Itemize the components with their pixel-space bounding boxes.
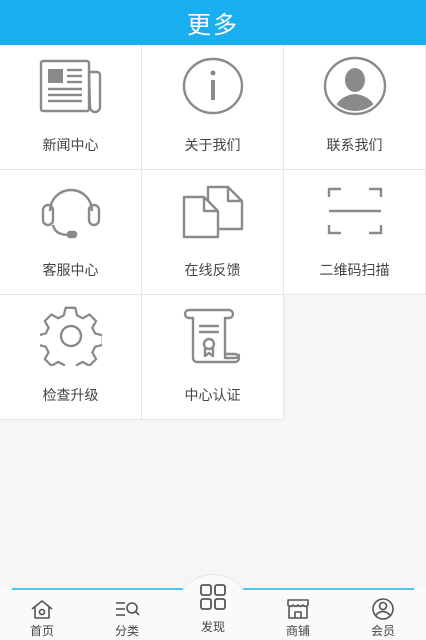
tab-label: 会员 xyxy=(370,624,395,638)
grid-item-service[interactable]: 客服中心 xyxy=(0,170,142,295)
grid-item-label: 联系我们 xyxy=(326,138,383,154)
grid-item-label: 关于我们 xyxy=(184,138,241,154)
grid-item-about[interactable]: 关于我们 xyxy=(142,45,284,170)
tab-label: 分类 xyxy=(114,624,139,638)
grid-item-label: 在线反馈 xyxy=(184,263,241,279)
header-bar: 更多 xyxy=(0,0,426,45)
grid-item-label: 客服中心 xyxy=(42,263,99,279)
grid-item-certification[interactable]: 中心认证 xyxy=(142,295,284,420)
menu-grid: 新闻中心 关于我们 联系我们 客服中心 在线反馈 二维码扫描 检查升级 中心认证 xyxy=(0,45,426,420)
grid-item-label: 中心认证 xyxy=(184,388,241,404)
grid-item-label: 二维码扫描 xyxy=(319,263,390,279)
tab-label: 发现 xyxy=(200,620,225,634)
shop-icon xyxy=(285,598,311,620)
member-icon xyxy=(370,598,396,620)
scan-frame-icon xyxy=(320,180,390,242)
tab-category[interactable]: 分类 xyxy=(97,588,157,640)
tab-shop[interactable]: 商铺 xyxy=(268,588,328,640)
grid-item-label: 检查升级 xyxy=(42,388,99,404)
certificate-scroll-icon xyxy=(178,305,248,367)
contact-person-icon xyxy=(320,55,390,117)
grid-item-qr-scan[interactable]: 二维码扫描 xyxy=(284,170,426,295)
category-search-icon xyxy=(114,598,140,620)
bottom-tab-bar: 首页 分类 发现 商铺 会员 xyxy=(0,574,426,640)
page-title: 更多 xyxy=(187,11,239,39)
headset-icon xyxy=(36,180,106,242)
home-icon xyxy=(29,598,55,620)
grid-item-check-update[interactable]: 检查升级 xyxy=(0,295,142,420)
tab-home[interactable]: 首页 xyxy=(12,588,72,640)
grid-four-icon xyxy=(198,582,228,612)
grid-item-label: 新闻中心 xyxy=(42,138,99,154)
newspaper-icon xyxy=(36,55,106,117)
info-icon xyxy=(178,55,248,117)
grid-empty-cell xyxy=(284,295,426,420)
gear-icon xyxy=(36,305,106,367)
documents-icon xyxy=(178,180,248,242)
grid-item-contact[interactable]: 联系我们 xyxy=(284,45,426,170)
grid-item-feedback[interactable]: 在线反馈 xyxy=(142,170,284,295)
tab-label: 首页 xyxy=(29,624,54,638)
tab-label: 商铺 xyxy=(285,624,310,638)
tab-discover[interactable]: 发现 xyxy=(183,584,243,640)
tab-member[interactable]: 会员 xyxy=(353,588,413,640)
grid-item-news[interactable]: 新闻中心 xyxy=(0,45,142,170)
